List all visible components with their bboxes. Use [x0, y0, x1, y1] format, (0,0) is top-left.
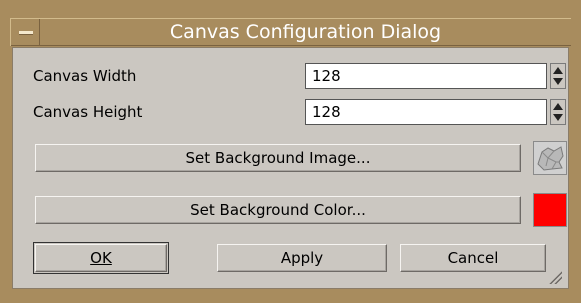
- window-title: Canvas Configuration Dialog: [169, 21, 442, 43]
- cancel-label: Cancel: [447, 249, 499, 267]
- cancel-button[interactable]: Cancel: [400, 244, 546, 272]
- canvas-width-field[interactable]: 128: [305, 63, 547, 89]
- canvas-width-label: Canvas Width: [33, 67, 137, 85]
- set-background-color-button[interactable]: Set Background Color...: [35, 196, 521, 224]
- resize-grip-icon[interactable]: [548, 270, 562, 284]
- background-image-thumbnail: [533, 141, 567, 175]
- canvas-width-spinner[interactable]: [550, 63, 566, 89]
- background-color-swatch: [533, 193, 567, 227]
- canvas-height-spinner[interactable]: [550, 99, 566, 125]
- spin-down-icon[interactable]: [553, 78, 563, 85]
- set-background-image-button[interactable]: Set Background Image...: [35, 144, 521, 172]
- ok-label: OK: [90, 249, 112, 267]
- ok-button[interactable]: OK: [33, 242, 169, 274]
- canvas-height-label: Canvas Height: [33, 103, 143, 121]
- spin-up-icon[interactable]: [553, 67, 563, 74]
- dialog-content: Canvas Width 128 Canvas Height 128 Set B…: [12, 47, 569, 289]
- title-bar[interactable]: Canvas Configuration Dialog: [10, 18, 571, 46]
- spin-down-icon[interactable]: [553, 114, 563, 121]
- crumpled-paper-icon: [537, 146, 564, 171]
- apply-button[interactable]: Apply: [217, 244, 387, 272]
- spin-up-icon[interactable]: [553, 103, 563, 110]
- window-menu-icon[interactable]: [10, 19, 40, 46]
- dialog-window: Canvas Configuration Dialog Canvas Width…: [0, 0, 581, 303]
- canvas-height-field[interactable]: 128: [305, 99, 547, 125]
